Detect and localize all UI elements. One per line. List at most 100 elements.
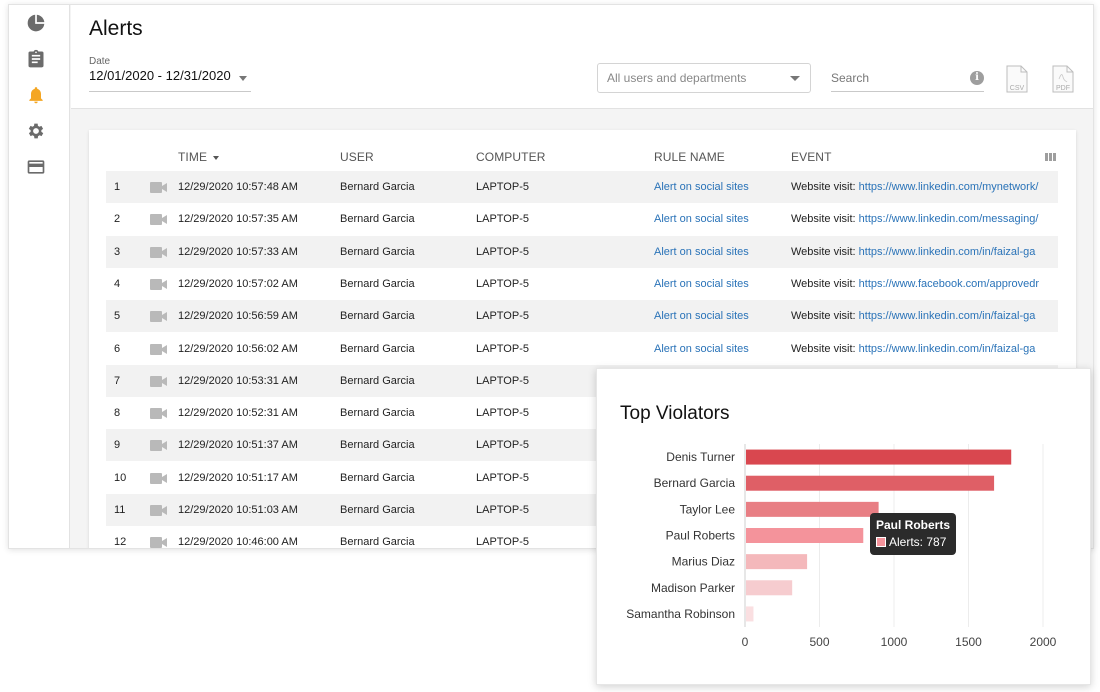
column-header-event[interactable]: EVENT <box>791 150 832 164</box>
tooltip-swatch <box>876 537 886 547</box>
row-time: 12/29/2020 10:51:03 AM <box>178 504 298 516</box>
row-user: Bernard Garcia <box>340 536 415 549</box>
info-icon[interactable]: i <box>970 71 984 85</box>
date-range-picker[interactable]: 12/01/2020 - 12/31/2020 <box>89 68 251 92</box>
row-computer: LAPTOP-5 <box>476 213 529 226</box>
row-user: Bernard Garcia <box>340 407 415 420</box>
card-icon[interactable] <box>26 157 46 177</box>
department-select[interactable]: All users and departments <box>597 63 811 93</box>
table-row[interactable]: 6 12/29/2020 10:56:02 AM Bernard Garcia LAP… <box>106 333 1058 365</box>
table-row[interactable]: 5 12/29/2020 10:56:59 AM Bernard Garcia LAP… <box>106 300 1058 333</box>
row-number: 3 <box>114 245 121 258</box>
column-header-user[interactable]: USER <box>340 150 374 164</box>
video-camera-icon[interactable] <box>150 375 167 387</box>
video-camera-icon[interactable] <box>150 537 167 548</box>
event-url-link[interactable]: https://www.linkedin.com/in/faizal-ga <box>859 310 1036 322</box>
search-input[interactable] <box>831 67 961 89</box>
category-label: Marius Diaz <box>672 555 735 569</box>
chart-tooltip: Paul Roberts Alerts: 787 <box>870 513 956 555</box>
column-header-time[interactable]: TIME <box>178 150 220 164</box>
category-label: Bernard Garcia <box>654 476 736 490</box>
row-computer: LAPTOP-5 <box>476 374 529 387</box>
row-rule-link[interactable]: Alert on social sites <box>654 278 749 290</box>
table-row[interactable]: 1 12/29/2020 10:57:48 AM Bernard Garcia LAP… <box>106 171 1058 203</box>
pdf-export-button[interactable]: PDF <box>1052 65 1074 93</box>
row-time: 12/29/2020 10:52:31 AM <box>178 407 298 420</box>
bar[interactable] <box>746 606 754 622</box>
csv-label: CSV <box>1010 85 1025 92</box>
row-number: 1 <box>114 181 121 193</box>
row-time: 12/29/2020 10:57:33 AM <box>178 245 298 258</box>
top-violators-panel: Top Violators 0 500 1000 1500 2000 Denis Turn… <box>596 368 1091 685</box>
row-rule-link[interactable]: Alert on social sites <box>654 213 749 225</box>
chevron-down-icon <box>239 76 247 81</box>
event-url-link[interactable]: https://www.linkedin.com/in/faizal-ga <box>859 246 1036 258</box>
row-rule-link[interactable]: Alert on social sites <box>654 310 749 322</box>
bar[interactable] <box>746 580 793 596</box>
csv-export-button[interactable]: CSV <box>1006 65 1028 93</box>
category-label: Taylor Lee <box>680 502 736 516</box>
video-camera-icon[interactable] <box>150 182 167 193</box>
video-camera-icon[interactable] <box>150 472 167 484</box>
department-select-value: All users and departments <box>607 71 747 85</box>
row-computer: LAPTOP-5 <box>476 407 529 420</box>
search-field[interactable]: i <box>831 67 984 92</box>
row-number: 8 <box>114 407 121 420</box>
bell-icon[interactable] <box>26 85 46 105</box>
table-row[interactable]: 2 12/29/2020 10:57:35 AM Bernard Garcia LAP… <box>106 203 1058 235</box>
row-number: 9 <box>114 439 121 452</box>
pie-chart-icon[interactable] <box>26 13 46 33</box>
row-user: Bernard Garcia <box>340 374 415 387</box>
bar[interactable] <box>746 501 879 517</box>
column-header-rule-name[interactable]: RULE NAME <box>654 150 725 164</box>
chevron-down-icon <box>790 76 800 81</box>
video-camera-icon[interactable] <box>150 311 167 323</box>
row-number: 12 <box>114 536 127 549</box>
date-range-value: 12/01/2020 - 12/31/2020 <box>89 68 231 83</box>
gear-icon[interactable] <box>26 121 46 141</box>
row-time: 12/29/2020 10:56:59 AM <box>178 310 298 323</box>
sidebar <box>9 5 70 548</box>
row-event: Website visit: https://www.linkedin.com/… <box>791 213 1050 225</box>
event-url-link[interactable]: https://www.linkedin.com/messaging/ <box>859 213 1039 225</box>
bar[interactable] <box>746 449 1012 465</box>
row-rule-link[interactable]: Alert on social sites <box>654 181 749 193</box>
row-time: 12/29/2020 10:57:48 AM <box>178 181 298 193</box>
category-label: Paul Roberts <box>666 529 735 543</box>
row-time: 12/29/2020 10:57:35 AM <box>178 213 298 226</box>
row-computer: LAPTOP-5 <box>476 342 529 355</box>
table-row[interactable]: 3 12/29/2020 10:57:33 AM Bernard Garcia LAP… <box>106 235 1058 268</box>
csv-file-icon: CSV <box>1006 65 1028 93</box>
x-tick-label: 1000 <box>881 635 908 649</box>
row-event: Website visit: https://www.linkedin.com/… <box>791 310 1050 322</box>
event-url-link[interactable]: https://www.linkedin.com/mynetwork/ <box>859 181 1039 193</box>
x-tick-label: 1500 <box>955 635 982 649</box>
video-camera-icon[interactable] <box>150 343 167 355</box>
bar[interactable] <box>746 528 864 543</box>
event-url-link[interactable]: https://www.facebook.com/approvedr <box>859 278 1039 290</box>
bar[interactable] <box>746 554 808 570</box>
row-computer: LAPTOP-5 <box>476 439 529 452</box>
video-camera-icon[interactable] <box>150 278 167 290</box>
bar[interactable] <box>746 475 995 491</box>
row-rule-link[interactable]: Alert on social sites <box>654 246 749 258</box>
video-camera-icon[interactable] <box>150 440 167 452</box>
clipboard-icon[interactable] <box>26 49 46 69</box>
video-camera-icon[interactable] <box>150 408 167 420</box>
row-computer: LAPTOP-5 <box>476 471 529 484</box>
video-camera-icon[interactable] <box>150 505 167 516</box>
page-title: Alerts <box>89 17 143 40</box>
sort-descending-icon <box>213 155 220 160</box>
columns-icon[interactable] <box>1045 153 1056 161</box>
column-header-computer[interactable]: COMPUTER <box>476 150 545 164</box>
video-camera-icon[interactable] <box>150 246 167 258</box>
table-row[interactable]: 4 12/29/2020 10:57:02 AM Bernard Garcia LAP… <box>106 268 1058 300</box>
row-rule-link[interactable]: Alert on social sites <box>654 343 749 355</box>
row-computer: LAPTOP-5 <box>476 181 529 193</box>
event-url-link[interactable]: https://www.linkedin.com/in/faizal-ga <box>859 343 1036 355</box>
video-camera-icon[interactable] <box>150 214 167 226</box>
row-time: 12/29/2020 10:53:31 AM <box>178 374 298 387</box>
row-user: Bernard Garcia <box>340 310 415 323</box>
row-number: 7 <box>114 374 121 387</box>
row-computer: LAPTOP-5 <box>476 504 529 516</box>
